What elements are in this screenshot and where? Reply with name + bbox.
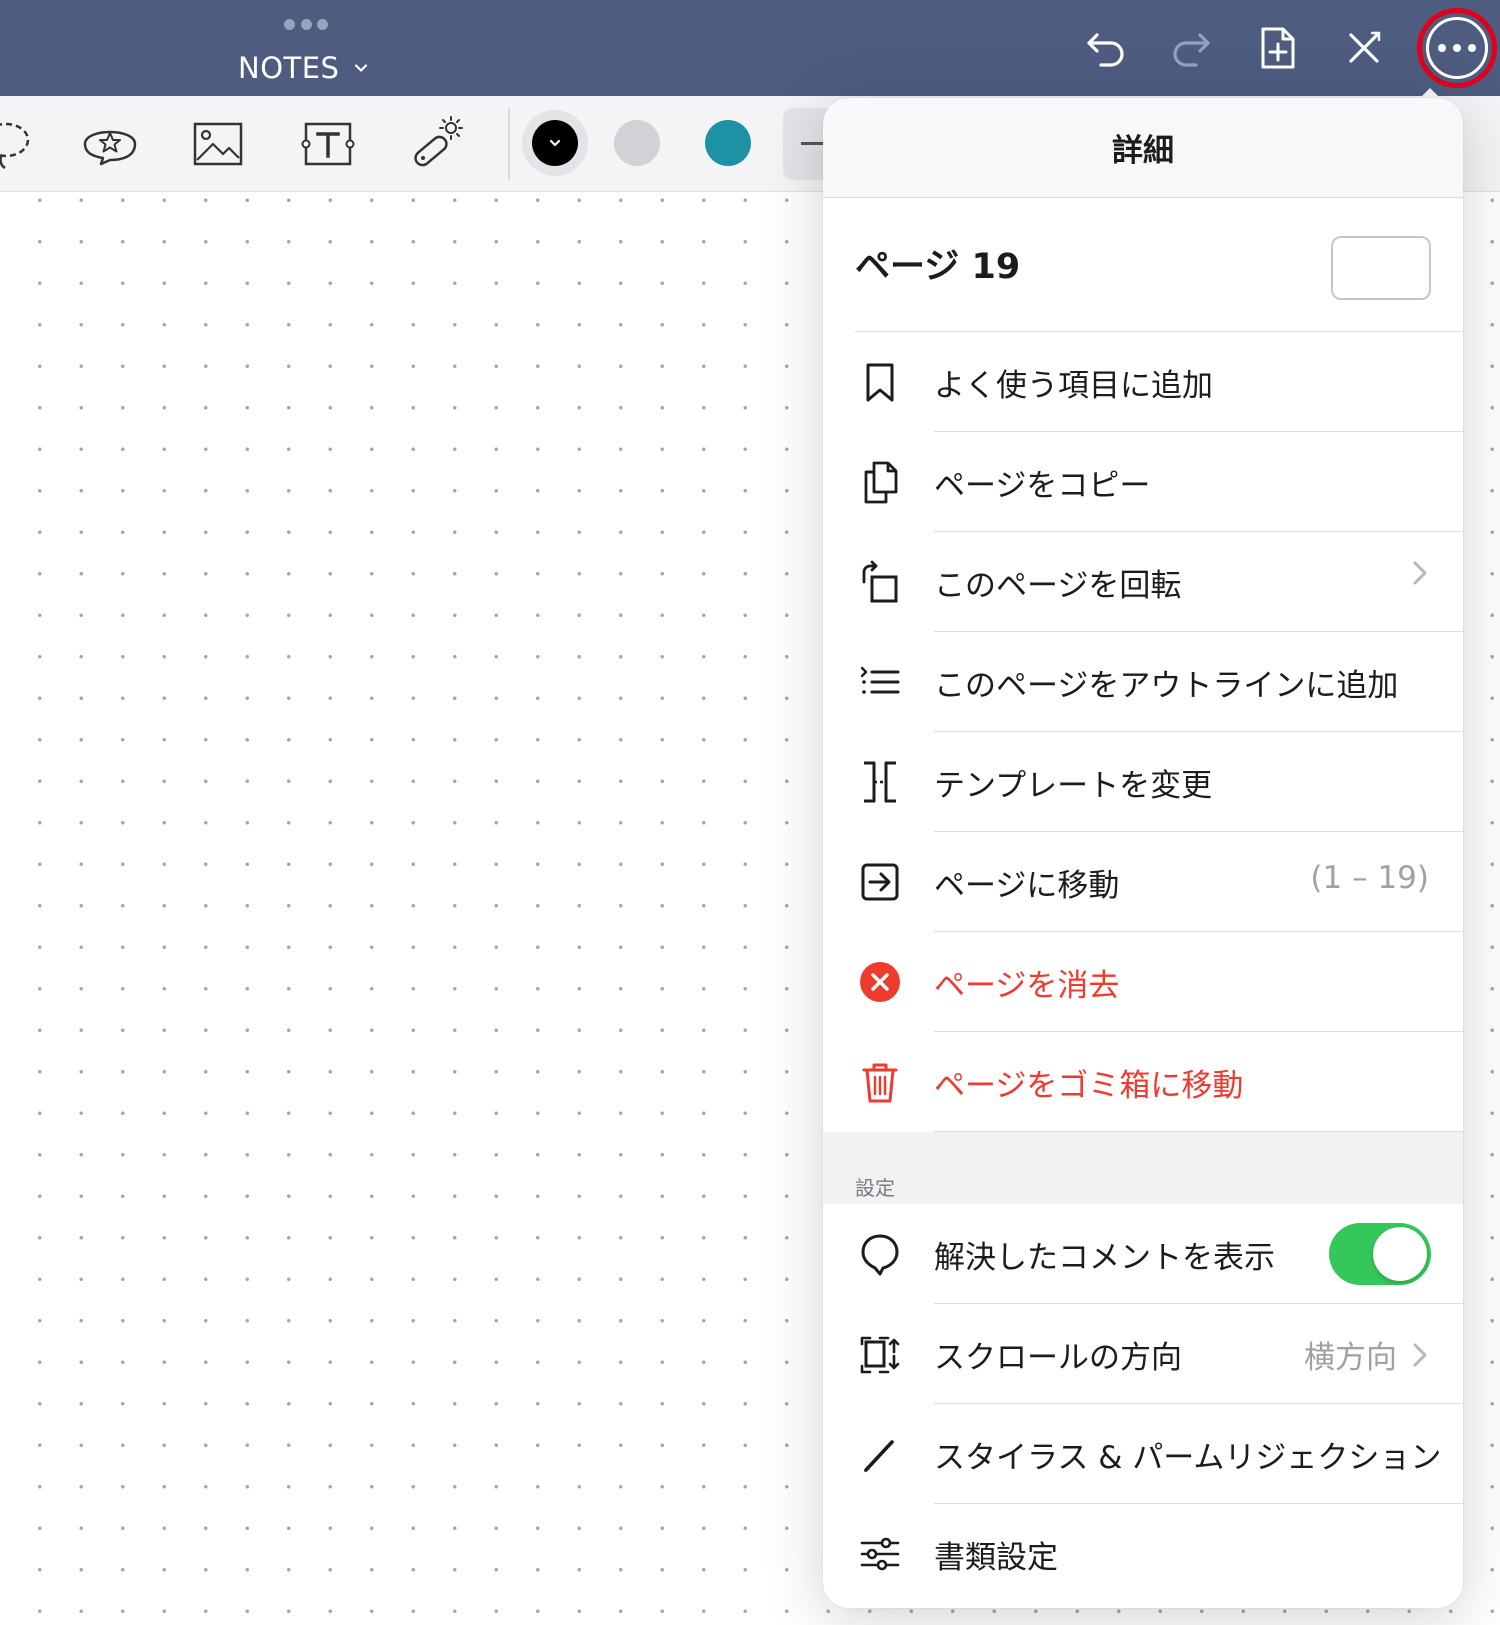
trash-icon — [857, 1059, 903, 1105]
close-tools-icon — [1349, 31, 1381, 63]
menu-item-label: ページをゴミ箱に移動 — [934, 1068, 1244, 1104]
chevron-down-icon — [549, 139, 561, 147]
undo-icon — [1087, 33, 1124, 67]
grabber-icon[interactable] — [284, 18, 328, 30]
go-to-page-item[interactable]: ページに移動 (1 – 19) — [823, 832, 1463, 932]
page-title-row: ページ 19 — [855, 198, 1463, 332]
add-page-button[interactable] — [1250, 20, 1306, 76]
rotate-page-item[interactable]: このページを回転 — [823, 532, 1463, 632]
stylus-icon — [857, 1431, 903, 1477]
document-title-menu[interactable]: NOTES — [238, 48, 369, 88]
outline-icon — [857, 659, 903, 705]
image-icon — [193, 122, 243, 166]
move-to-trash-item[interactable]: ページをゴミ箱に移動 — [823, 1032, 1463, 1132]
add-to-outline-item[interactable]: このページをアウトラインに追加 — [823, 632, 1463, 732]
template-icon — [857, 759, 903, 805]
popover-title: 詳細 — [823, 98, 1463, 198]
change-template-item[interactable]: テンプレートを変更 — [823, 732, 1463, 832]
rotate-icon — [857, 559, 903, 605]
menu-item-label: 解決したコメントを表示 — [934, 1240, 1275, 1276]
redo-icon — [1173, 33, 1210, 67]
toolbar-divider — [508, 108, 510, 180]
laser-pointer-tool[interactable] — [398, 110, 474, 178]
menu-item-label: テンプレートを変更 — [934, 768, 1213, 804]
show-resolved-comments-item: 解決したコメントを表示 — [823, 1204, 1463, 1304]
page-range: (1 – 19) — [1310, 860, 1429, 896]
scroll-direction-value: 横方向 — [1304, 1332, 1429, 1377]
settings-section-header: 設定 — [823, 1132, 1463, 1204]
shape-icon — [83, 130, 137, 166]
chevron-down-icon — [355, 64, 368, 72]
menu-item-label: よく使う項目に追加 — [934, 368, 1213, 404]
menu-item-label: ページを消去 — [934, 968, 1120, 1004]
redo-button[interactable] — [1163, 20, 1219, 76]
scroll-direction-value-text: 横方向 — [1304, 1340, 1397, 1376]
menu-item-label: ページに移動 — [934, 868, 1120, 904]
chevron-right-icon — [1413, 1343, 1427, 1366]
lasso-tool[interactable] — [0, 110, 44, 178]
page-label: ページ 19 — [855, 247, 1021, 287]
clear-page-item[interactable]: ページを消去 — [823, 932, 1463, 1032]
menu-item-label: ページをコピー — [934, 468, 1151, 504]
more-icon — [1426, 17, 1488, 79]
color-swatch-black — [532, 120, 578, 166]
add-page-icon — [1261, 27, 1295, 69]
bookmark-icon — [857, 359, 903, 405]
settings-section-label: 設定 — [855, 1176, 895, 1200]
scroll-direction-icon — [857, 1331, 903, 1377]
stylus-palm-rejection-item[interactable]: スタイラス & パームリジェクション — [823, 1404, 1463, 1504]
undo-button[interactable] — [1078, 20, 1134, 76]
navigation-bar: NOTES — [0, 0, 1500, 96]
page-name-field[interactable] — [1331, 236, 1431, 300]
color-swatch-gray[interactable] — [614, 120, 660, 166]
add-to-favorites-item[interactable]: よく使う項目に追加 — [823, 332, 1463, 432]
sliders-icon — [857, 1531, 903, 1577]
text-box-tool[interactable] — [290, 110, 366, 178]
clear-icon — [857, 959, 903, 1005]
image-tool[interactable] — [180, 110, 256, 178]
menu-item-label: このページをアウトラインに追加 — [934, 668, 1399, 704]
show-resolved-comments-toggle[interactable] — [1329, 1223, 1431, 1285]
document-settings-item[interactable]: 書類設定 — [823, 1504, 1463, 1604]
copy-icon — [857, 459, 903, 505]
shape-tool[interactable] — [72, 110, 148, 178]
go-to-page-icon — [857, 859, 903, 905]
lasso-icon — [0, 122, 30, 170]
chevron-right-icon — [1413, 561, 1427, 585]
rotate-submenu-indicator — [1411, 560, 1429, 586]
color-swatch-selected[interactable] — [522, 110, 588, 176]
close-tools-button[interactable] — [1336, 20, 1392, 76]
menu-item-label: 書類設定 — [934, 1540, 1058, 1576]
more-button[interactable] — [1417, 8, 1497, 88]
laser-pointer-icon — [414, 116, 463, 167]
copy-page-item[interactable]: ページをコピー — [823, 432, 1463, 532]
details-popover: 詳細 ページ 19 よく使う項目に追加 ページをコピー このページを回転 このペ… — [823, 98, 1463, 1608]
scroll-direction-item[interactable]: スクロールの方向 横方向 — [823, 1304, 1463, 1404]
menu-item-label: このページを回転 — [934, 568, 1182, 604]
menu-item-label: スタイラス & パームリジェクション — [934, 1440, 1442, 1476]
text-box-icon — [301, 122, 355, 166]
document-title: NOTES — [238, 51, 340, 85]
color-swatch-teal[interactable] — [705, 120, 751, 166]
menu-item-label: スクロールの方向 — [934, 1340, 1182, 1376]
comment-icon — [857, 1231, 903, 1277]
